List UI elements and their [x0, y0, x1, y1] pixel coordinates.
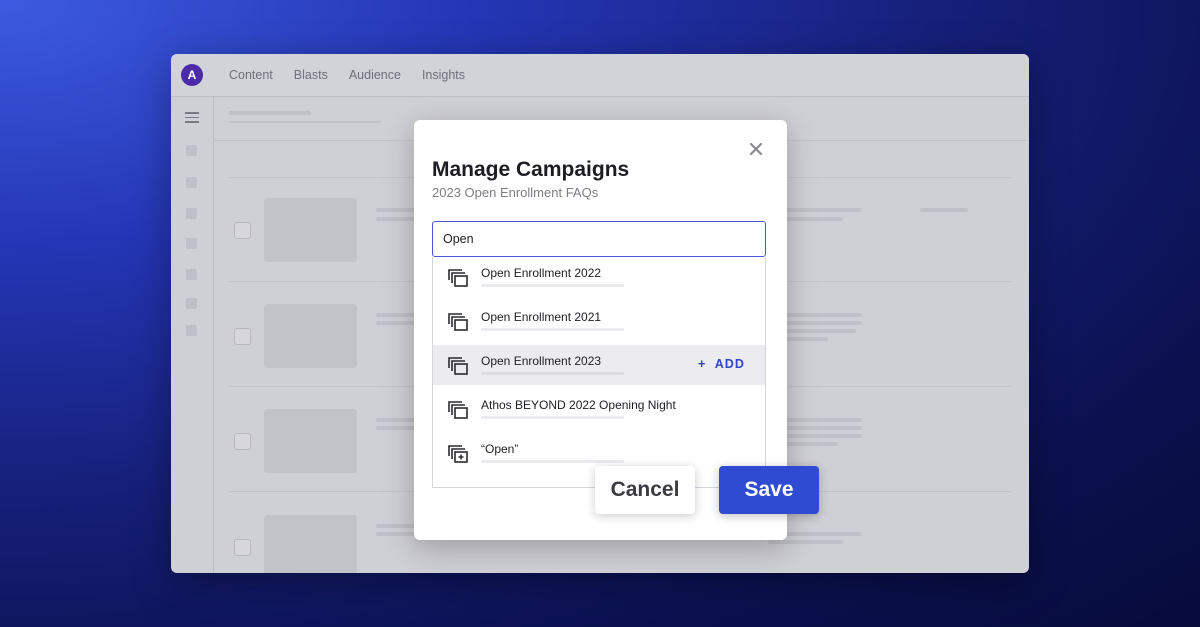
row-text-placeholder: [376, 524, 416, 528]
row-text-placeholder: [376, 313, 416, 317]
row-checkbox[interactable]: [234, 433, 251, 450]
app-logo[interactable]: A: [181, 64, 203, 86]
sidebar-item[interactable]: [186, 269, 197, 280]
dialog-title: Manage Campaigns: [432, 158, 630, 181]
cancel-button[interactable]: Cancel: [595, 466, 695, 514]
dialog-subtitle: 2023 Open Enrollment FAQs: [432, 185, 599, 200]
campaign-results-list: Open Enrollment 2022 Open Enrollment 202…: [432, 257, 766, 488]
hamburger-menu-icon[interactable]: [185, 112, 199, 123]
row-text-placeholder: [376, 426, 416, 430]
row-thumbnail: [264, 409, 357, 473]
row-thumbnail: [264, 198, 357, 262]
result-meta-placeholder: [481, 328, 624, 331]
create-campaign-icon: [448, 445, 468, 463]
row-thumbnail: [264, 515, 357, 573]
result-item-open-enrollment-2023[interactable]: Open Enrollment 2023 + ADD: [433, 345, 765, 385]
result-label: “Open”: [481, 442, 519, 456]
row-text-placeholder: [376, 208, 416, 212]
campaign-stack-icon: [448, 313, 468, 331]
row-text-placeholder: [376, 532, 416, 536]
sidebar: [171, 97, 214, 573]
campaign-stack-icon: [448, 357, 468, 375]
sidebar-item[interactable]: [186, 177, 197, 188]
campaign-stack-icon: [448, 269, 468, 287]
result-label: Open Enrollment 2021: [481, 310, 602, 324]
result-label: Open Enrollment 2023: [481, 354, 602, 368]
nav-item-audience[interactable]: Audience: [349, 68, 401, 82]
result-item-athos-beyond-2022[interactable]: Athos BEYOND 2022 Opening Night: [433, 389, 765, 429]
row-text-placeholder: [376, 321, 416, 325]
sidebar-item[interactable]: [186, 208, 197, 219]
save-button[interactable]: Save: [719, 466, 819, 514]
breadcrumb-placeholder: [229, 111, 311, 115]
sidebar-item[interactable]: [186, 325, 197, 336]
sidebar-item[interactable]: [186, 238, 197, 249]
result-item-open-enrollment-2021[interactable]: Open Enrollment 2021: [433, 301, 765, 341]
sidebar-item[interactable]: [186, 145, 197, 156]
row-thumbnail: [264, 304, 357, 368]
result-meta-placeholder: [481, 372, 624, 375]
row-text-placeholder: [376, 418, 416, 422]
campaign-search-input[interactable]: [432, 221, 766, 257]
close-icon[interactable]: [749, 142, 763, 156]
breadcrumb-underline: [229, 121, 381, 123]
result-meta-placeholder: [481, 284, 624, 287]
result-label: Open Enrollment 2022: [481, 266, 602, 280]
result-item-open-enrollment-2022[interactable]: Open Enrollment 2022: [433, 257, 765, 297]
top-nav-bar: A Content Blasts Audience Insights: [171, 54, 1029, 97]
add-campaign-button[interactable]: + ADD: [698, 357, 745, 371]
row-checkbox[interactable]: [234, 222, 251, 239]
row-checkbox[interactable]: [234, 539, 251, 556]
result-meta-placeholder: [481, 460, 624, 463]
row-text-placeholder: [920, 208, 968, 212]
nav-item-content[interactable]: Content: [229, 68, 273, 82]
row-text-placeholder: [768, 540, 843, 544]
result-meta-placeholder: [481, 416, 624, 419]
row-text-placeholder: [376, 217, 416, 221]
result-label: Athos BEYOND 2022 Opening Night: [481, 398, 676, 412]
nav-item-insights[interactable]: Insights: [422, 68, 465, 82]
main-nav: Content Blasts Audience Insights: [229, 54, 465, 96]
sidebar-item[interactable]: [186, 298, 197, 309]
nav-item-blasts[interactable]: Blasts: [294, 68, 328, 82]
campaign-stack-icon: [448, 401, 468, 419]
row-checkbox[interactable]: [234, 328, 251, 345]
